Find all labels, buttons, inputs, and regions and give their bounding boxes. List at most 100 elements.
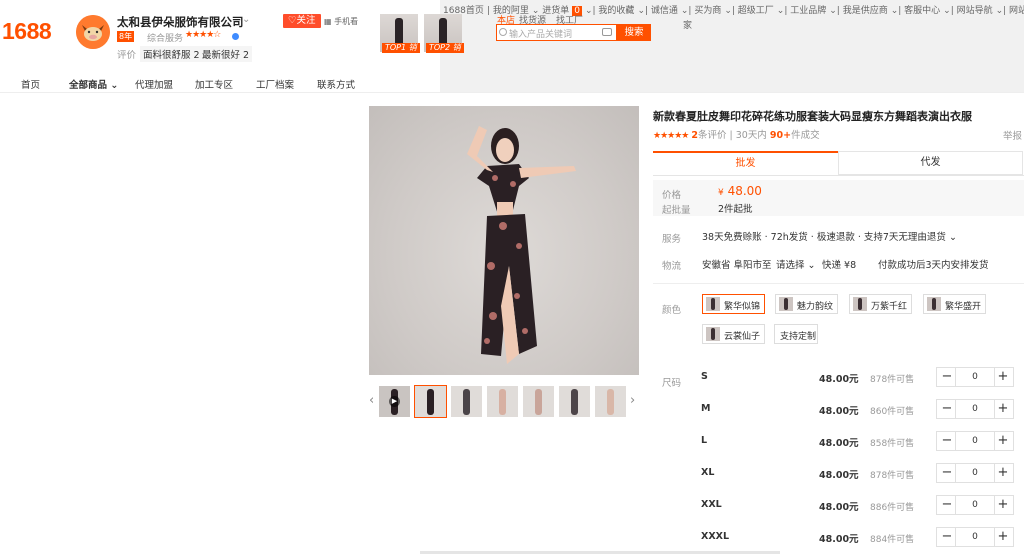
nav-link[interactable]: 超级工厂: [738, 6, 774, 16]
nav-link[interactable]: 诚信通: [651, 6, 678, 16]
rating-stars: ★★★★★: [653, 131, 689, 141]
color-option[interactable]: 魅力韵纹: [775, 294, 838, 314]
quantity-input[interactable]: 0: [955, 528, 995, 546]
nav-link[interactable]: 买为商: [694, 6, 721, 16]
shop-nav-factory[interactable]: 工厂档案: [256, 77, 294, 91]
thumbnail[interactable]: [559, 386, 590, 417]
nav-link-tail: 家: [683, 21, 693, 31]
company-name[interactable]: 太和县伊朵服饰有限公司: [117, 14, 244, 30]
ship-to-select[interactable]: 请选择 ⌄: [776, 257, 816, 271]
quantity-input[interactable]: 0: [955, 432, 995, 450]
quantity-input[interactable]: 0: [955, 368, 995, 386]
minus-button[interactable]: −: [939, 465, 955, 481]
minus-button[interactable]: −: [939, 529, 955, 545]
service-value[interactable]: 38天免费赊账 · 72h发货 · 极速退款 · 支持7天无理由退货 ⌄: [702, 229, 957, 243]
product-figure: [535, 389, 542, 415]
quantity-stepper: −0 +: [936, 463, 1014, 483]
search-input[interactable]: 输入产品关键词: [496, 24, 617, 41]
main-product-image[interactable]: [369, 106, 639, 375]
camera-icon[interactable]: [602, 28, 612, 36]
minus-button[interactable]: −: [939, 401, 955, 417]
tab-wholesale[interactable]: 批发: [653, 151, 838, 175]
shop-nav-home[interactable]: 首页: [21, 77, 40, 91]
tab-divider: [653, 175, 1024, 176]
quantity-input[interactable]: 0: [955, 496, 995, 514]
sales-count: 90+: [769, 130, 792, 141]
nav-link[interactable]: 工业品牌: [790, 6, 826, 16]
nav-link[interactable]: 网站导航: [957, 6, 993, 16]
quantity-input[interactable]: 0: [955, 400, 995, 418]
size-price: 48.00元: [819, 406, 859, 417]
color-swatch: [706, 327, 720, 341]
shop-nav-all-products[interactable]: 全部商品 ⌄: [69, 77, 118, 91]
plus-button[interactable]: +: [995, 401, 1011, 417]
eval-label: 评价: [117, 50, 137, 61]
plus-button[interactable]: +: [995, 529, 1011, 545]
shop-nav-processing[interactable]: 加工专区: [195, 77, 233, 91]
nav-link[interactable]: 我是供应商: [843, 6, 888, 16]
search-button[interactable]: 搜索: [617, 24, 651, 41]
nav-link[interactable]: 1688首页: [443, 6, 484, 16]
price-label: 价格: [662, 190, 682, 201]
site-logo[interactable]: 1688: [2, 18, 52, 45]
color-option[interactable]: 繁华盛开: [923, 294, 986, 314]
shop-avatar[interactable]: [76, 15, 110, 49]
sales-prefix: 30天内: [735, 130, 767, 141]
minus-button[interactable]: −: [939, 433, 955, 449]
quantity-stepper: −0 +: [936, 527, 1014, 547]
logistics-label: 物流: [662, 261, 682, 272]
minus-button[interactable]: −: [939, 497, 955, 513]
quantity-stepper: −0 +: [936, 431, 1014, 451]
phone-label: 手机看: [334, 17, 359, 26]
chevron-down-icon[interactable]: ⌄: [242, 14, 250, 25]
thumbnail[interactable]: [487, 386, 518, 417]
service-label: 综合服务: [147, 34, 184, 44]
follow-button[interactable]: ♡关注: [283, 14, 321, 28]
chevron-right-icon[interactable]: ›: [630, 393, 635, 408]
size-name: XXXL: [701, 531, 730, 542]
size-stock: 884件可售: [870, 535, 915, 545]
minus-button[interactable]: −: [939, 369, 955, 385]
plus-button[interactable]: +: [995, 433, 1011, 449]
size-stock: 858件可售: [870, 439, 915, 449]
year-badge: 8年: [117, 31, 135, 42]
ship-from: 安徽省 阜阳市: [702, 260, 763, 271]
section-divider: [653, 283, 1024, 284]
horizontal-scrollbar[interactable]: [420, 551, 780, 554]
plus-button[interactable]: +: [995, 369, 1011, 385]
custom-color-option[interactable]: 支持定制: [774, 324, 818, 344]
quantity-stepper: −0 +: [936, 495, 1014, 515]
shop-nav-contact[interactable]: 联系方式: [317, 77, 355, 91]
size-name: L: [701, 435, 708, 446]
color-swatch: [706, 297, 720, 311]
review-text[interactable]: 条评价: [698, 130, 727, 141]
color-option[interactable]: 繁华似锦: [702, 294, 765, 314]
thumbnail[interactable]: [414, 385, 447, 418]
review-count[interactable]: 2: [691, 130, 698, 141]
quantity-stepper: −0 +: [936, 399, 1014, 419]
nav-link[interactable]: 我的收藏: [598, 6, 634, 16]
nav-link[interactable]: 网站无障碍: [1009, 6, 1024, 16]
color-option[interactable]: 云裳仙子: [702, 324, 765, 344]
video-thumbnail[interactable]: ▶: [379, 386, 410, 417]
verified-icon: [232, 33, 239, 40]
chevron-left-icon[interactable]: ‹: [369, 393, 374, 408]
top-rank-badge: TOP1 销: [382, 43, 420, 53]
thumbnail[interactable]: [595, 386, 626, 417]
plus-button[interactable]: +: [995, 465, 1011, 481]
report-link[interactable]: 举报: [1003, 128, 1022, 142]
size-row: XL 48.00元 878件可售 −0 +: [653, 463, 1024, 485]
service-label: 服务: [662, 234, 682, 245]
plus-button[interactable]: +: [995, 497, 1011, 513]
tab-dropship[interactable]: 代发: [838, 151, 1023, 175]
thumbnail[interactable]: [451, 386, 482, 417]
size-stock: 886件可售: [870, 503, 915, 513]
size-price: 48.00元: [819, 438, 859, 449]
color-option[interactable]: 万紫千红: [849, 294, 912, 314]
quantity-input[interactable]: 0: [955, 464, 995, 482]
size-row: XXXL 48.00元 884件可售 −0 +: [653, 527, 1024, 549]
phone-view-button[interactable]: ▦ 手机看: [324, 16, 358, 27]
shop-nav-agency[interactable]: 代理加盟: [135, 77, 173, 91]
nav-link[interactable]: 客服中心: [904, 6, 940, 16]
thumbnail[interactable]: [523, 386, 554, 417]
